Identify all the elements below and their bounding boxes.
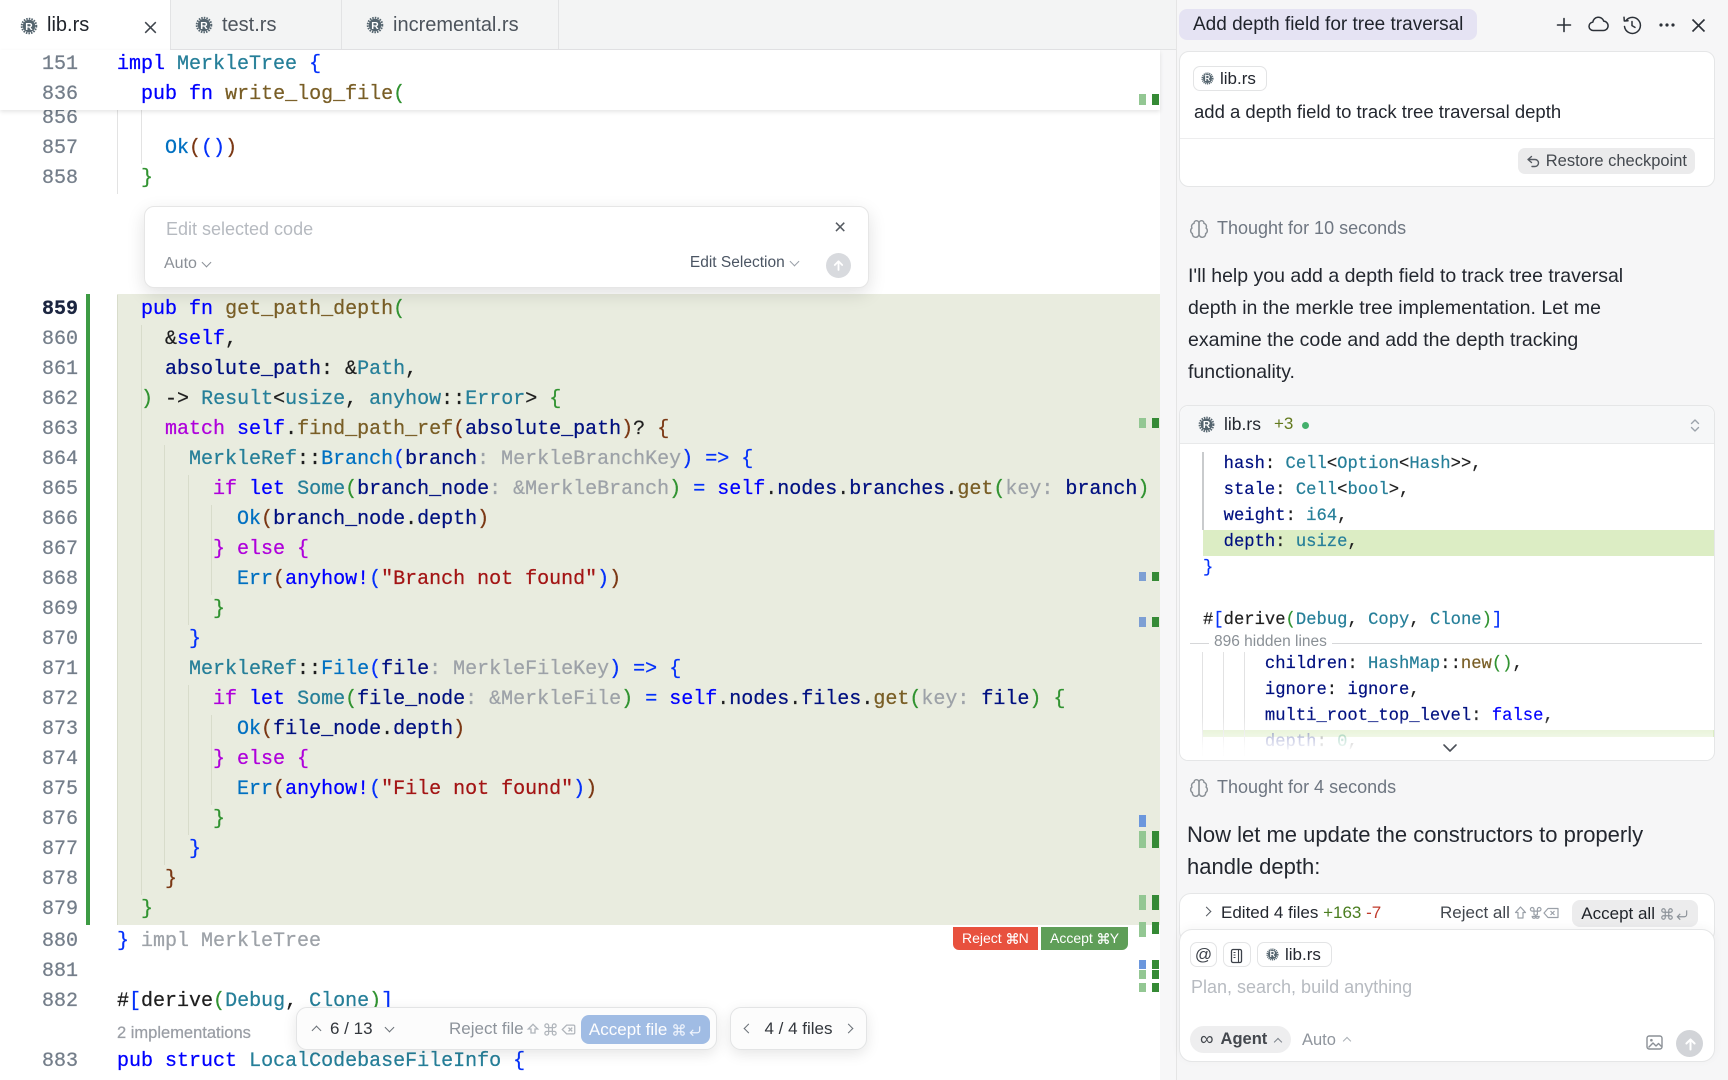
svg-text:R: R xyxy=(1270,950,1276,959)
svg-text:R: R xyxy=(200,21,208,32)
svg-text:R: R xyxy=(371,21,379,32)
svg-text:R: R xyxy=(1203,420,1211,431)
svg-text:R: R xyxy=(25,21,33,32)
svg-text:R: R xyxy=(1205,74,1211,83)
